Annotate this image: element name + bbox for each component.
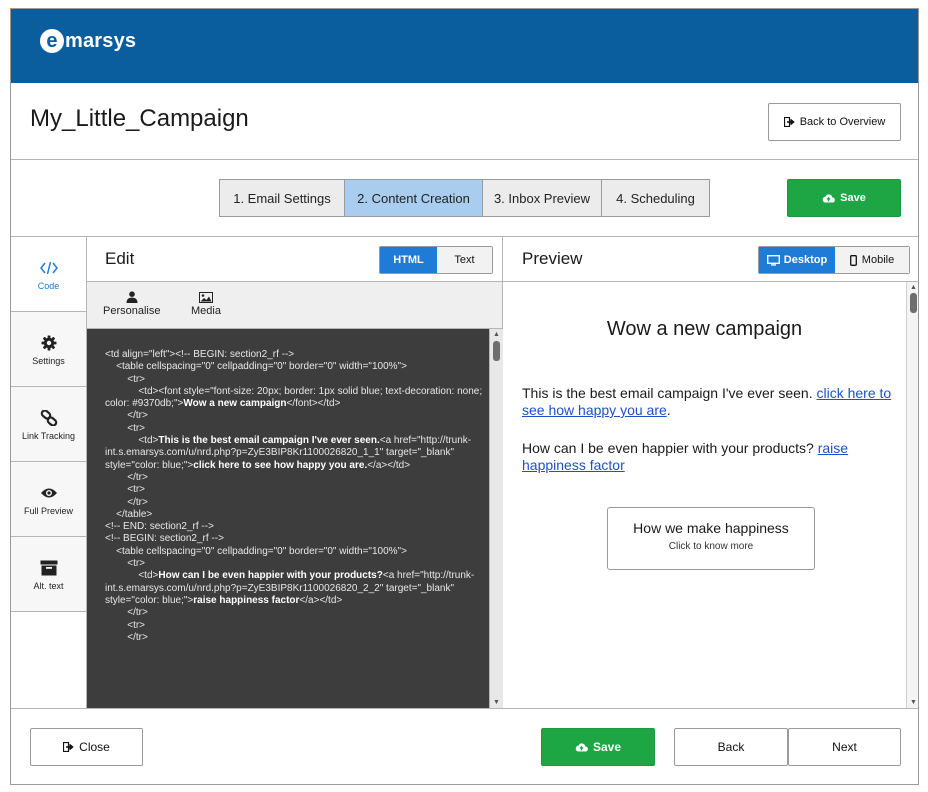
- code-line: </tr>: [105, 471, 148, 483]
- code-line: <tr>: [105, 422, 146, 434]
- sign-out-icon: [63, 742, 74, 752]
- code-line: <td>How can I be even happier with your …: [105, 570, 475, 606]
- text-toggle[interactable]: Text: [437, 247, 492, 273]
- next-button[interactable]: Next: [788, 728, 901, 766]
- preview-pane: Preview Desktop Mobile Wow a new campaig…: [503, 237, 918, 708]
- edit-pane: Edit HTML Text Personalise Media <td ali…: [87, 237, 503, 708]
- preview-paragraph-2: How can I be even happier with your prod…: [522, 440, 849, 473]
- cloud-upload-icon: [575, 742, 588, 752]
- tab-email-settings[interactable]: 1. Email Settings: [220, 180, 345, 216]
- email-preview: Wow a new campaign This is the best emai…: [503, 282, 906, 708]
- sign-out-icon: [783, 117, 795, 127]
- code-line: <td align="left"><!-- BEGIN: section2_rf…: [105, 349, 295, 360]
- scroll-down-arrow-icon[interactable]: ▼: [910, 699, 917, 706]
- preview-scrollbar[interactable]: ▲ ▼: [906, 282, 918, 708]
- mobile-icon: [849, 254, 857, 266]
- code-line: </tr>: [105, 496, 148, 508]
- sidebar-item-link-tracking[interactable]: Link Tracking: [11, 387, 86, 462]
- page-title: My_Little_Campaign: [30, 105, 249, 132]
- close-button[interactable]: Close: [30, 728, 143, 766]
- save-button-top[interactable]: Save: [787, 179, 901, 217]
- preview-header: Preview Desktop Mobile: [503, 237, 918, 282]
- code-line: <table cellspacing="0" cellpadding="0" b…: [105, 545, 407, 557]
- back-button[interactable]: Back: [674, 728, 788, 766]
- image-icon: [198, 290, 213, 304]
- code-line: <table cellspacing="0" cellpadding="0" b…: [105, 361, 407, 373]
- code-line: <tr>: [105, 484, 146, 496]
- archive-icon: [40, 558, 58, 578]
- tool-sidebar: Code Settings Link Tracking Full Preview…: [11, 237, 87, 708]
- preview-title: Preview: [522, 249, 583, 268]
- code-line: <tr>: [105, 373, 146, 385]
- step-tabs: 1. Email Settings 2. Content Creation 3.…: [219, 179, 710, 217]
- monitor-icon: [766, 254, 780, 266]
- code-line: <td><font style="font-size: 20px; border…: [105, 385, 485, 410]
- scroll-down-arrow-icon[interactable]: ▼: [493, 699, 500, 706]
- device-toggle: Desktop Mobile: [758, 246, 910, 274]
- code-line: </tr>: [105, 410, 148, 422]
- personalise-tool[interactable]: Personalise: [103, 290, 160, 317]
- sidebar-item-code[interactable]: Code: [11, 237, 86, 312]
- code-line: <tr>: [105, 558, 146, 570]
- code-line: </table>: [105, 508, 153, 520]
- html-toggle[interactable]: HTML: [380, 247, 437, 273]
- code-line: <tr>: [105, 619, 146, 631]
- scroll-up-arrow-icon[interactable]: ▲: [910, 284, 917, 291]
- code-line: <!-- END: section2_rf -->: [105, 521, 214, 533]
- desktop-toggle[interactable]: Desktop: [759, 247, 835, 273]
- tab-scheduling[interactable]: 4. Scheduling: [602, 180, 709, 216]
- top-bar: e marsys: [11, 9, 918, 83]
- sidebar-item-settings[interactable]: Settings: [11, 312, 86, 387]
- user-icon: [126, 290, 138, 304]
- cta-title: How we make happiness: [633, 520, 789, 536]
- cta-card[interactable]: How we make happiness Click to know more: [607, 507, 815, 570]
- edit-title: Edit: [105, 249, 135, 268]
- cta-subtitle: Click to know more: [668, 541, 754, 552]
- code-icon: [39, 258, 58, 278]
- back-to-overview-button[interactable]: Back to Overview: [768, 103, 901, 141]
- save-button-bottom[interactable]: Save: [541, 728, 655, 766]
- preview-heading: Wow a new campaign: [606, 318, 803, 340]
- edit-mode-toggle: HTML Text: [379, 246, 493, 274]
- code-scrollbar[interactable]: ▲ ▼: [489, 329, 503, 708]
- code-scroll-thumb[interactable]: [493, 341, 500, 361]
- edit-toolbar: Personalise Media: [87, 282, 502, 329]
- preview-scroll-thumb[interactable]: [910, 293, 917, 313]
- html-code-editor[interactable]: <td align="left"><!-- BEGIN: section2_rf…: [87, 329, 489, 708]
- code-line: <td>This is the best email campaign I've…: [105, 435, 472, 471]
- edit-header: Edit HTML Text: [87, 237, 502, 282]
- code-line: </tr>: [105, 631, 148, 643]
- sidebar-item-full-preview[interactable]: Full Preview: [11, 462, 86, 537]
- sidebar-item-alt-text[interactable]: Alt. text: [11, 537, 86, 612]
- eye-icon: [40, 483, 58, 503]
- scroll-up-arrow-icon[interactable]: ▲: [493, 331, 500, 338]
- tab-inbox-preview[interactable]: 3. Inbox Preview: [483, 180, 602, 216]
- tab-content-creation[interactable]: 2. Content Creation: [345, 180, 483, 216]
- link-icon: [40, 408, 58, 428]
- cloud-upload-icon: [822, 193, 836, 203]
- emarsys-logo[interactable]: e marsys: [40, 29, 136, 53]
- app-window: e marsys My_Little_Campaign Back to Overv…: [10, 8, 919, 785]
- mobile-toggle[interactable]: Mobile: [835, 247, 909, 273]
- gear-icon: [41, 333, 57, 353]
- media-tool[interactable]: Media: [191, 290, 221, 317]
- code-line: <!-- BEGIN: section2_rf -->: [105, 533, 224, 545]
- code-line: </tr>: [105, 607, 148, 619]
- preview-paragraph-1: This is the best email campaign I've eve…: [522, 385, 892, 418]
